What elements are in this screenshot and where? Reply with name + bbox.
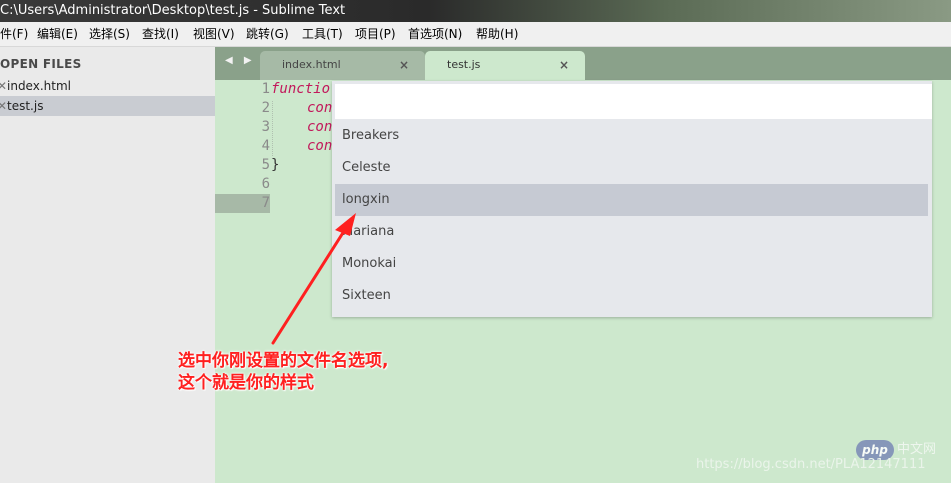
code-line: con <box>307 99 332 118</box>
menu-project[interactable]: 项目(P) <box>355 22 396 46</box>
menu-bar: 件(F) 编辑(E) 选择(S) 查找(I) 视图(V) 跳转(G) 工具(T)… <box>0 22 951 47</box>
tab-index-html[interactable]: index.html × <box>260 51 425 80</box>
quick-panel-item-monokai[interactable]: Monokai <box>335 248 928 280</box>
menu-selection[interactable]: 选择(S) <box>89 22 130 46</box>
tab-close-icon[interactable]: × <box>399 51 409 79</box>
tab-nav-arrows-icon[interactable]: ◀ ▶ <box>225 55 256 66</box>
close-icon[interactable]: ✕ <box>0 76 7 96</box>
annotation-line-1: 选中你刚设置的文件名选项, <box>178 351 389 371</box>
menu-edit[interactable]: 编辑(E) <box>37 22 78 46</box>
quick-panel-input[interactable] <box>335 84 932 119</box>
annotation-text: 选中你刚设置的文件名选项, 这个就是你的样式 <box>178 350 388 394</box>
quick-panel-item-breakers[interactable]: Breakers <box>335 120 928 152</box>
keyword-token: con <box>307 119 333 135</box>
brace-token: } <box>271 157 280 173</box>
menu-tools[interactable]: 工具(T) <box>302 22 343 46</box>
line-number: 5 <box>261 157 270 173</box>
sidebar-file-test-js[interactable]: ✕ test.js <box>0 96 215 116</box>
code-line: con <box>307 118 332 137</box>
quick-panel-item-sixteen[interactable]: Sixteen <box>335 280 928 312</box>
indent-guide <box>272 101 273 156</box>
code-line: con <box>307 137 332 156</box>
tab-label: test.js <box>447 58 481 71</box>
menu-file[interactable]: 件(F) <box>0 22 28 46</box>
window-title: C:\Users\Administrator\Desktop\test.js -… <box>0 3 346 18</box>
line-number: 6 <box>261 176 270 192</box>
code-line: } <box>271 156 279 175</box>
tab-label: index.html <box>282 58 341 71</box>
menu-goto[interactable]: 跳转(G) <box>246 22 289 46</box>
code-line: functio <box>271 80 330 99</box>
keyword-token: functio <box>271 81 331 97</box>
keyword-token: con <box>307 100 333 116</box>
quick-panel: Breakers Celeste longxin Mariana Monokai… <box>332 81 932 317</box>
sidebar-file-label: test.js <box>7 99 44 113</box>
tab-test-js[interactable]: test.js × <box>425 51 585 80</box>
menu-help[interactable]: 帮助(H) <box>476 22 518 46</box>
sidebar-file-index-html[interactable]: ✕ index.html <box>0 76 215 96</box>
tab-close-icon[interactable]: × <box>559 51 569 79</box>
quick-panel-item-mariana[interactable]: Mariana <box>335 216 928 248</box>
line-number-current: 7 <box>215 194 270 213</box>
keyword-token: con <box>307 138 333 154</box>
line-number: 3 <box>261 119 270 135</box>
quick-panel-item-longxin[interactable]: longxin <box>335 184 928 216</box>
tab-bar: ◀ ▶ index.html × test.js × <box>215 47 951 80</box>
watermark-url: https://blog.csdn.net/PLA12147111 <box>696 457 926 472</box>
close-icon[interactable]: ✕ <box>0 96 7 116</box>
sidebar: OPEN FILES ✕ index.html ✕ test.js <box>0 47 216 483</box>
open-files-heading: OPEN FILES <box>0 57 82 71</box>
menu-preferences[interactable]: 首选项(N) <box>408 22 462 46</box>
annotation-line-2: 这个就是你的样式 <box>178 373 314 393</box>
quick-panel-item-celeste[interactable]: Celeste <box>335 152 928 184</box>
line-number: 4 <box>261 138 270 154</box>
sidebar-file-label: index.html <box>7 79 71 93</box>
menu-find[interactable]: 查找(I) <box>142 22 179 46</box>
menu-view[interactable]: 视图(V) <box>193 22 235 46</box>
line-number: 1 <box>261 81 270 97</box>
line-number: 2 <box>261 100 270 116</box>
window-title-bar: C:\Users\Administrator\Desktop\test.js -… <box>0 0 951 22</box>
